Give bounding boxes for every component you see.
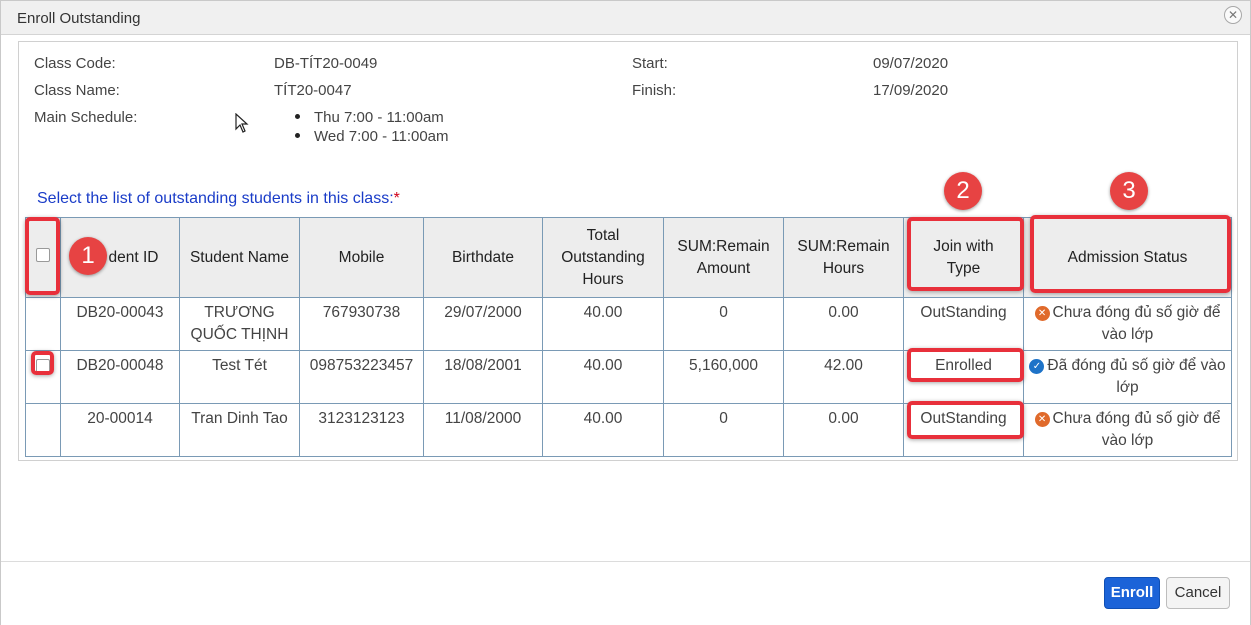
mouse-cursor-icon	[235, 113, 249, 133]
cell-student-name: TRƯƠNG QUỐC THỊNH	[179, 297, 300, 351]
cell-mobile: 3123123123	[299, 403, 424, 457]
class-name-label: Class Name:	[34, 82, 120, 99]
row-select-cell	[25, 403, 61, 457]
cell-total-hours: 40.00	[542, 297, 664, 351]
class-code-value: DB-TÍT20-0049	[274, 55, 378, 72]
enroll-outstanding-dialog: Enroll Outstanding ✕ Class Code: DB-TÍT2…	[0, 0, 1251, 625]
col-join-type: Join with Type	[903, 217, 1024, 298]
start-label: Start:	[632, 55, 668, 72]
table-header-row: dent ID Student Name Mobile Birthdate To…	[25, 217, 1232, 298]
cell-birthdate: 18/08/2001	[423, 350, 543, 404]
dialog-title: Enroll Outstanding	[17, 10, 141, 27]
required-mark: *	[393, 190, 400, 207]
annotation-badge-2: 2	[944, 172, 982, 210]
table-row[interactable]: DB20-00043 TRƯƠNG QUỐC THỊNH 767930738 2…	[25, 297, 1232, 351]
cell-birthdate: 29/07/2000	[423, 297, 543, 351]
dialog-footer: Enroll Cancel	[1, 561, 1250, 625]
finish-label: Finish:	[632, 82, 677, 99]
x-icon: ✕	[1034, 412, 1050, 427]
students-table: dent ID Student Name Mobile Birthdate To…	[25, 217, 1232, 457]
cell-student-id: DB20-00043	[60, 297, 180, 351]
x-icon: ✕	[1034, 306, 1050, 321]
class-code-label: Class Code:	[34, 55, 116, 72]
dialog-titlebar: Enroll Outstanding ✕	[1, 1, 1250, 35]
col-mobile: Mobile	[299, 217, 424, 298]
select-all-checkbox[interactable]	[36, 247, 50, 262]
annotation-badge-1: 1	[69, 237, 107, 275]
cell-admission-status: ✕ Chưa đóng đủ số giờ để vào lớp	[1023, 297, 1232, 351]
finish-value: 17/09/2020	[873, 82, 949, 99]
cell-student-name: Tran Dinh Tao	[179, 403, 300, 457]
col-birthdate: Birthdate	[423, 217, 543, 298]
col-remain-hours: SUM:Remain Hours	[783, 217, 904, 298]
select-all-cell	[25, 217, 61, 298]
cell-remain-amount: 0	[663, 297, 784, 351]
table-row[interactable]: 20-00014 Tran Dinh Tao 3123123123 11/08/…	[25, 403, 1232, 457]
class-info-panel: Class Code: DB-TÍT20-0049 Class Name: TÍ…	[18, 41, 1238, 461]
start-value: 09/07/2020	[873, 55, 949, 72]
row-select-cell	[25, 350, 61, 404]
cell-student-id: 20-00014	[60, 403, 180, 457]
cell-mobile: 098753223457	[299, 350, 424, 404]
cell-student-id: DB20-00048	[60, 350, 180, 404]
cell-remain-hours: 0.00	[783, 297, 904, 351]
row-select-cell	[25, 297, 61, 351]
select-students-label: Select the list of outstanding students …	[37, 190, 400, 207]
cell-admission-status: ✓ Đã đóng đủ số giờ để vào lớp	[1023, 350, 1232, 404]
cell-remain-hours: 0.00	[783, 403, 904, 457]
col-admission-status: Admission Status	[1023, 217, 1232, 298]
cell-student-name: Test Tét	[179, 350, 300, 404]
cell-join-type: OutStanding	[903, 403, 1024, 457]
cell-remain-amount: 0	[663, 403, 784, 457]
cell-remain-hours: 42.00	[783, 350, 904, 404]
close-icon[interactable]: ✕	[1224, 6, 1242, 24]
cell-remain-amount: 5,160,000	[663, 350, 784, 404]
col-remain-amount: SUM:Remain Amount	[663, 217, 784, 298]
table-row[interactable]: DB20-00048 Test Tét 098753223457 18/08/2…	[25, 350, 1232, 404]
enroll-button[interactable]: Enroll	[1104, 577, 1160, 609]
schedule-item: Wed 7:00 - 11:00am	[291, 128, 449, 147]
annotation-badge-3: 3	[1110, 172, 1148, 210]
cell-admission-status: ✕ Chưa đóng đủ số giờ để vào lớp	[1023, 403, 1232, 457]
class-name-value: TÍT20-0047	[274, 82, 352, 99]
col-total-hours: Total Outstanding Hours	[542, 217, 664, 298]
cell-join-type: OutStanding	[903, 297, 1024, 351]
row-checkbox[interactable]	[36, 359, 50, 373]
cell-birthdate: 11/08/2000	[423, 403, 543, 457]
schedule-list: Thu 7:00 - 11:00am Wed 7:00 - 11:00am	[291, 109, 449, 147]
cancel-button[interactable]: Cancel	[1166, 577, 1230, 609]
check-icon: ✓	[1029, 359, 1045, 374]
schedule-item: Thu 7:00 - 11:00am	[291, 109, 449, 128]
cell-total-hours: 40.00	[542, 403, 664, 457]
col-student-name: Student Name	[179, 217, 300, 298]
cell-total-hours: 40.00	[542, 350, 664, 404]
cell-mobile: 767930738	[299, 297, 424, 351]
cell-join-type: Enrolled	[903, 350, 1024, 404]
schedule-label: Main Schedule:	[34, 109, 138, 126]
